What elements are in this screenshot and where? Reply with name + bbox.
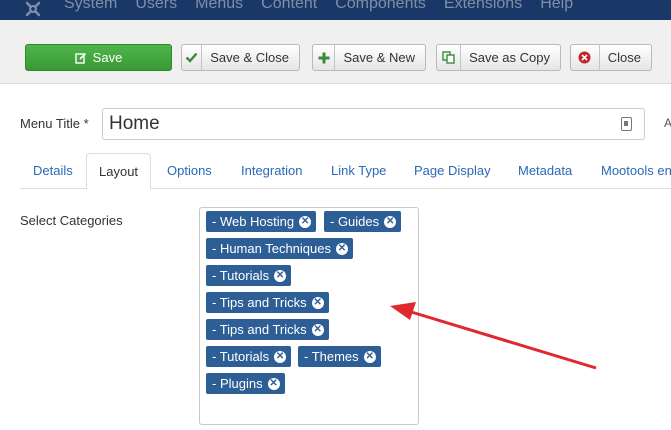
red-annotation-arrow — [390, 302, 597, 370]
